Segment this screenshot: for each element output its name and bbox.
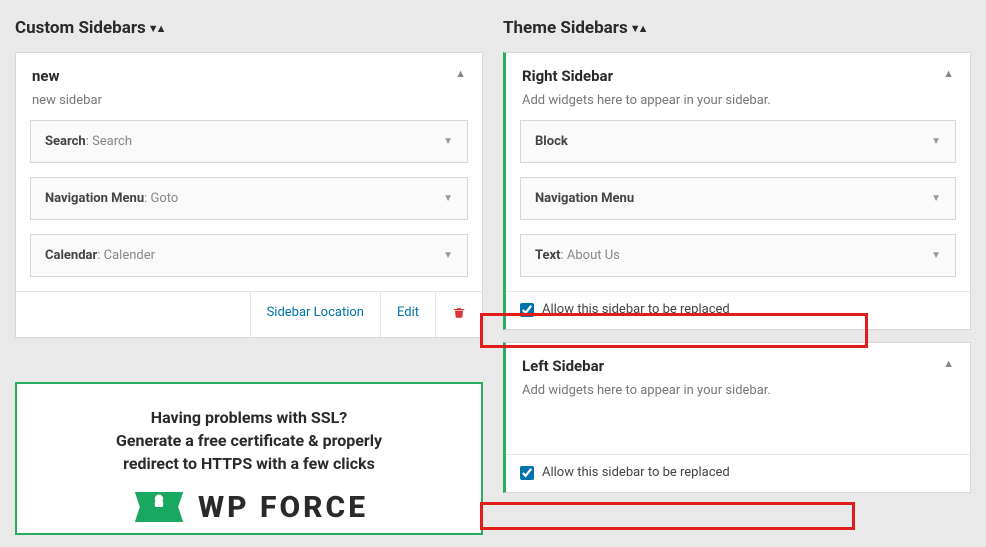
right-sidebar-title: Right Sidebar bbox=[522, 67, 954, 85]
trash-icon bbox=[452, 305, 466, 320]
right-sidebar-desc: Add widgets here to appear in your sideb… bbox=[522, 93, 954, 108]
chevron-down-icon: ▼ bbox=[931, 193, 941, 204]
edit-button[interactable]: Edit bbox=[380, 292, 435, 337]
shield-icon bbox=[130, 492, 188, 522]
widget-item[interactable]: Text: About Us ▼ bbox=[520, 234, 956, 277]
allow-replace-label: Allow this sidebar to be replaced bbox=[542, 302, 730, 317]
promo-line: Generate a free certificate & properly bbox=[116, 431, 382, 450]
sort-icon[interactable]: ▼▲ bbox=[630, 22, 646, 35]
allow-replace-checkbox[interactable] bbox=[520, 466, 534, 480]
widget-item[interactable]: Block ▼ bbox=[520, 120, 956, 163]
allow-replace-checkbox[interactable] bbox=[520, 303, 534, 317]
sort-icon[interactable]: ▼▲ bbox=[148, 22, 164, 35]
chevron-down-icon: ▼ bbox=[931, 250, 941, 261]
promo-line: Having problems with SSL? bbox=[151, 408, 347, 427]
theme-sidebars-heading: Theme Sidebars▼▲ bbox=[503, 0, 971, 52]
allow-replace-label: Allow this sidebar to be replaced bbox=[542, 465, 730, 480]
left-sidebar-desc: Add widgets here to appear in your sideb… bbox=[522, 383, 954, 398]
chevron-down-icon: ▼ bbox=[931, 136, 941, 147]
custom-panel-title: new bbox=[32, 67, 466, 85]
widget-item[interactable]: Navigation Menu: Goto ▼ bbox=[30, 177, 468, 220]
chevron-down-icon: ▼ bbox=[443, 250, 453, 261]
right-sidebar-panel: Right Sidebar Add widgets here to appear… bbox=[503, 52, 971, 330]
left-sidebar-panel: Left Sidebar Add widgets here to appear … bbox=[503, 342, 971, 493]
left-sidebar-title: Left Sidebar bbox=[522, 357, 954, 375]
promo-logo-text: WP FORCE bbox=[198, 490, 368, 525]
collapse-icon[interactable]: ▲ bbox=[455, 67, 466, 80]
promo-box: Having problems with SSL? Generate a fre… bbox=[15, 382, 483, 535]
delete-button[interactable] bbox=[435, 292, 482, 337]
custom-panel-desc: new sidebar bbox=[32, 93, 466, 108]
promo-line: redirect to HTTPS with a few clicks bbox=[123, 454, 375, 473]
allow-replace-row: Allow this sidebar to be replaced bbox=[506, 454, 970, 492]
chevron-down-icon: ▼ bbox=[443, 136, 453, 147]
widget-item[interactable]: Calendar: Calender ▼ bbox=[30, 234, 468, 277]
sidebar-location-button[interactable]: Sidebar Location bbox=[250, 292, 380, 337]
allow-replace-row: Allow this sidebar to be replaced bbox=[506, 291, 970, 329]
custom-sidebars-heading: Custom Sidebars▼▲ bbox=[15, 0, 483, 52]
widget-item[interactable]: Navigation Menu ▼ bbox=[520, 177, 956, 220]
chevron-down-icon: ▼ bbox=[443, 193, 453, 204]
collapse-icon[interactable]: ▲ bbox=[943, 357, 954, 370]
widget-item[interactable]: Search: Search ▼ bbox=[30, 120, 468, 163]
collapse-icon[interactable]: ▲ bbox=[943, 67, 954, 80]
custom-sidebar-panel: new new sidebar ▲ Search: Search ▼ Navig… bbox=[15, 52, 483, 338]
action-spacer: . bbox=[16, 292, 250, 337]
